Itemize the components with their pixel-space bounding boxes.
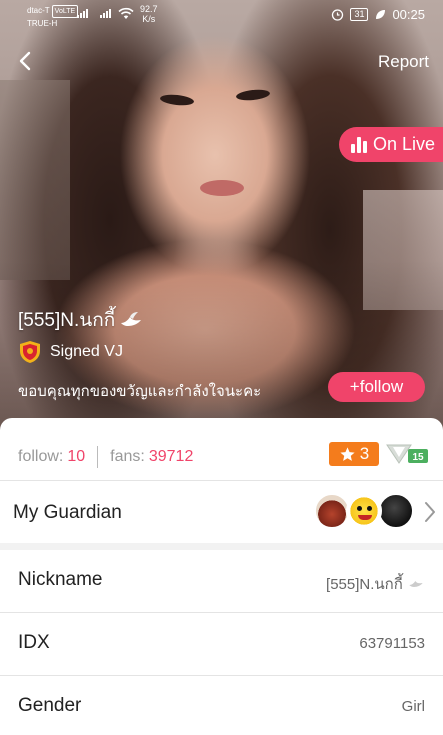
profile-bio: ขอบคุณทุกของขวัญและกำลังใจนะคะ bbox=[18, 383, 262, 400]
follow-count: 10 bbox=[67, 448, 86, 465]
back-button[interactable] bbox=[12, 48, 38, 74]
star-icon bbox=[340, 446, 355, 461]
on-live-button[interactable]: On Live bbox=[338, 127, 443, 162]
detail-row-gender: Gender Girl bbox=[0, 676, 443, 735]
follow-fans-stats: follow: 10 fans: 39712 bbox=[18, 446, 193, 468]
photo-eye-right bbox=[235, 88, 271, 102]
guardian-avatar[interactable] bbox=[314, 493, 350, 529]
my-guardian-label: My Guardian bbox=[13, 502, 122, 523]
detail-value: Girl bbox=[401, 698, 425, 715]
guardian-avatars bbox=[314, 493, 414, 529]
signed-vj-label: Signed VJ bbox=[50, 343, 123, 360]
detail-row-idx: IDX 63791153 bbox=[0, 613, 443, 675]
carrier-bottom: TRUE-H bbox=[27, 19, 58, 28]
detail-key: Gender bbox=[18, 695, 82, 716]
status-bar: dtac-T VoLTE TRUE-H 92.7 K/s 31 00:25 bbox=[0, 0, 443, 30]
signal-icon-2 bbox=[100, 9, 111, 18]
star-level: 3 bbox=[359, 444, 370, 463]
photo-lips bbox=[200, 180, 244, 196]
guardian-avatar[interactable] bbox=[346, 493, 382, 529]
battery-level: 31 bbox=[350, 8, 369, 21]
chevron-right-icon bbox=[425, 502, 435, 522]
nickname-value: [555]N.นกกี้ bbox=[326, 576, 403, 593]
v-level: 15 bbox=[412, 452, 424, 463]
detail-key: IDX bbox=[18, 632, 50, 653]
fans-label: fans: bbox=[110, 448, 145, 465]
wifi-icon bbox=[118, 7, 134, 19]
profile-screen: dtac-T VoLTE TRUE-H 92.7 K/s 31 00:25 Re… bbox=[0, 0, 443, 735]
live-bars-icon bbox=[350, 136, 367, 153]
profile-name-row: [555]N.นกกี้ bbox=[18, 305, 143, 335]
detail-value: 63791153 bbox=[359, 635, 425, 652]
alarm-icon bbox=[332, 9, 344, 21]
carrier-info: dtac-T VoLTE TRUE-H bbox=[27, 5, 79, 29]
my-guardian-row[interactable]: My Guardian bbox=[0, 481, 443, 543]
leaf-icon bbox=[376, 9, 386, 19]
stats-separator bbox=[97, 446, 99, 468]
vj-shield-icon bbox=[20, 341, 40, 363]
clock: 00:25 bbox=[392, 7, 425, 22]
status-right: 31 00:25 bbox=[331, 7, 425, 22]
detail-row-nickname: Nickname [555]N.นกกี้ bbox=[0, 550, 443, 612]
dove-icon bbox=[409, 581, 423, 587]
network-speed: 92.7 K/s bbox=[140, 4, 158, 24]
v-level-badge: 15 bbox=[386, 444, 428, 464]
photo-background-left bbox=[0, 80, 70, 280]
signed-vj-row: Signed VJ bbox=[18, 340, 123, 364]
dove-icon bbox=[121, 312, 142, 326]
photo-eye-left bbox=[159, 93, 195, 107]
report-button[interactable]: Report bbox=[378, 52, 429, 72]
detail-value: [555]N.นกกี้ bbox=[326, 572, 425, 596]
speed-value: 92.7 bbox=[140, 4, 158, 14]
profile-photo bbox=[0, 0, 443, 430]
follow-button[interactable]: +follow bbox=[328, 372, 425, 402]
volte-badge: VoLTE bbox=[51, 5, 79, 18]
guardian-avatar[interactable] bbox=[378, 493, 414, 529]
profile-name: [555]N.นกกี้ bbox=[18, 310, 116, 331]
chevron-left-icon bbox=[19, 51, 31, 71]
follow-label: follow: bbox=[18, 448, 64, 465]
fans-count: 39712 bbox=[148, 448, 194, 465]
signal-icon bbox=[77, 9, 88, 18]
star-level-badge: 3 bbox=[329, 442, 379, 466]
carrier-top: dtac-T bbox=[27, 6, 50, 15]
detail-key: Nickname bbox=[18, 569, 103, 590]
on-live-label: On Live bbox=[372, 134, 435, 154]
speed-unit: K/s bbox=[142, 14, 156, 24]
